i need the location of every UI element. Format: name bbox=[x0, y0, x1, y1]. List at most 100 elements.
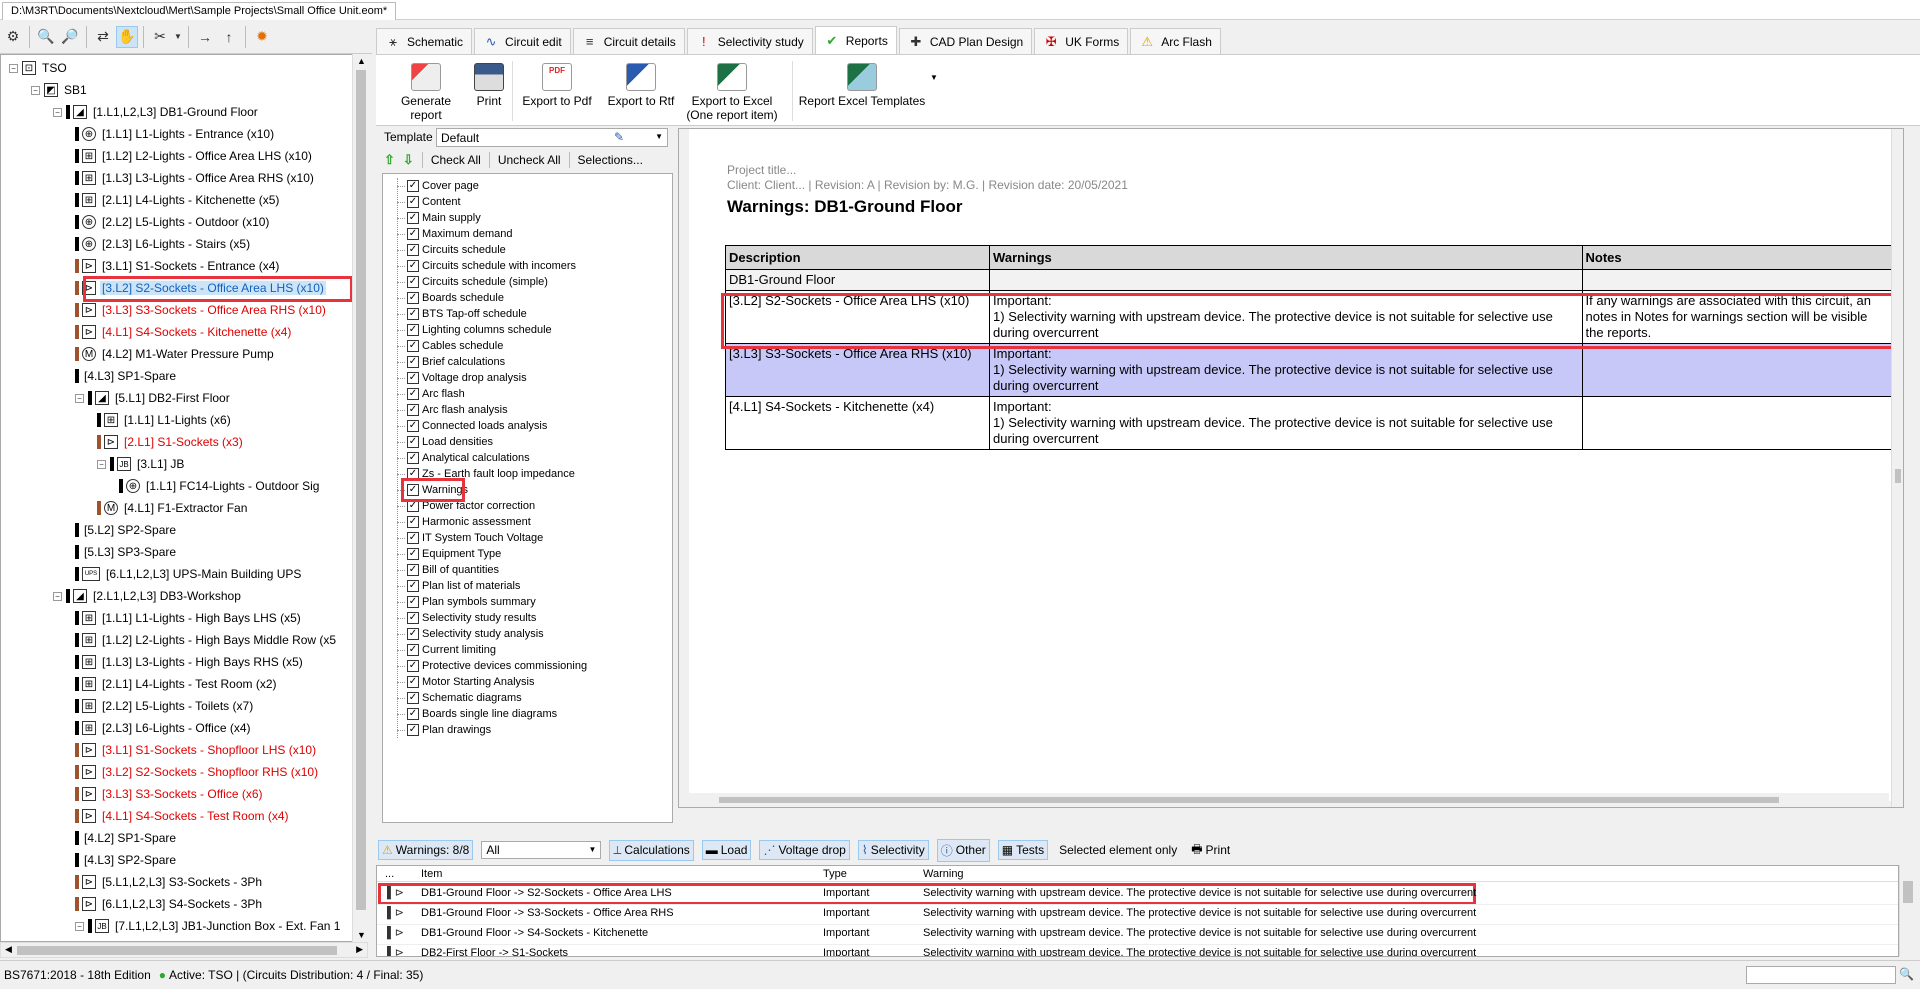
collapse-icon[interactable]: − bbox=[75, 921, 84, 931]
collapse-icon[interactable]: − bbox=[9, 63, 18, 73]
warnings-filter-select[interactable]: All ▼ bbox=[481, 841, 602, 859]
tree-item[interactable]: ⊞ [2.L2] L5-Lights - Toilets (x7) bbox=[75, 697, 255, 715]
checkbox[interactable]: ✓ bbox=[407, 548, 419, 560]
tree-item[interactable]: ⊞ [1.L1] L1-Lights (x6) bbox=[97, 411, 233, 429]
report-item[interactable]: ✓ Brief calculations bbox=[407, 354, 505, 370]
warning-item-cell[interactable]: DB1-Ground Floor -> S4-Sockets - Kitchen… bbox=[421, 927, 648, 939]
report-item[interactable]: ✓ Cables schedule bbox=[407, 338, 503, 354]
tree-item[interactable]: ⊞ [2.L1] L4-Lights - Kitchenette (x5) bbox=[75, 191, 281, 209]
checkbox[interactable]: ✓ bbox=[407, 612, 419, 624]
checkbox[interactable]: ✓ bbox=[407, 516, 419, 528]
tree-item[interactable]: ⊕ [1.L1] FC14-Lights - Outdoor Sig bbox=[119, 477, 321, 495]
preview-hscrollbar[interactable] bbox=[679, 793, 1889, 807]
warnings-count-button[interactable]: ⚠ Warnings: 8/8 bbox=[378, 840, 474, 860]
tree-item[interactable]: [5.L3] SP3-Spare bbox=[75, 543, 178, 561]
tree-hscrollbar[interactable]: ◀ ▶ bbox=[0, 942, 368, 958]
checkbox[interactable]: ✓ bbox=[407, 452, 419, 464]
voltage-drop-filter-button[interactable]: ⋰ Voltage drop bbox=[759, 840, 850, 860]
checkbox[interactable]: ✓ bbox=[407, 212, 419, 224]
tree-item[interactable]: ⊕ [2.L3] L6-Lights - Stairs (x5) bbox=[75, 235, 252, 253]
tree-item[interactable]: − JB [7.L1,L2,L3] JB1-Junction Box - Ext. … bbox=[75, 917, 342, 935]
tree-item[interactable]: − ◩ SB1 bbox=[31, 81, 89, 99]
tree-item[interactable]: − ◢ [5.L1] DB2-First Floor bbox=[75, 389, 232, 407]
selections-button[interactable]: Selections... bbox=[578, 153, 643, 167]
export-excel-button[interactable]: Export to Excel (One report item) bbox=[682, 63, 782, 122]
checkbox[interactable]: ✓ bbox=[407, 708, 419, 720]
checkbox[interactable]: ✓ bbox=[407, 372, 419, 384]
other-filter-button[interactable]: ⓘ Other bbox=[936, 838, 990, 862]
tree-item[interactable]: ⊕ [2.L2] L5-Lights - Outdoor (x10) bbox=[75, 213, 271, 231]
tab-circuit-edit[interactable]: ∿ Circuit edit bbox=[474, 28, 571, 54]
tree-item[interactable]: ⊞ [1.L3] L3-Lights - Office Area RHS (x10… bbox=[75, 169, 316, 187]
selectivity-filter-button[interactable]: ⌇ Selectivity bbox=[857, 840, 929, 860]
tree-item[interactable]: ⊳ [3.L1] S1-Sockets - Shopfloor LHS (x10) bbox=[75, 741, 318, 759]
report-item[interactable]: ✓ Harmonic assessment bbox=[407, 514, 531, 530]
edit-template-icon[interactable]: ✎ bbox=[614, 130, 624, 144]
checkbox[interactable]: ✓ bbox=[407, 420, 419, 432]
report-item[interactable]: ✓ Voltage drop analysis bbox=[407, 370, 527, 386]
warning-item-cell[interactable]: DB2-First Floor -> S1-Sockets bbox=[421, 947, 568, 956]
selected-element-only-toggle[interactable]: Selected element only bbox=[1056, 841, 1180, 859]
checkbox[interactable]: ✓ bbox=[407, 276, 419, 288]
template-select[interactable]: Default ▼ bbox=[436, 128, 668, 147]
tree-item[interactable]: [4.L3] SP1-Spare bbox=[75, 367, 178, 385]
report-item[interactable]: ✓ Warnings bbox=[407, 482, 468, 498]
warning-type-cell[interactable]: Important bbox=[823, 887, 869, 899]
tree-item[interactable]: ⊞ [1.L1] L1-Lights - High Bays LHS (x5) bbox=[75, 609, 303, 627]
tab-selectivity-study[interactable]: ! Selectivity study bbox=[686, 28, 813, 54]
report-item[interactable]: ✓ Arc flash bbox=[407, 386, 465, 402]
report-item[interactable]: ✓ Main supply bbox=[407, 210, 481, 226]
warning-warning-cell[interactable]: Selectivity warning with upstream device… bbox=[923, 927, 1476, 939]
zoom-in-icon[interactable]: 🔍 bbox=[35, 26, 57, 48]
checkbox[interactable]: ✓ bbox=[407, 580, 419, 592]
checkbox[interactable]: ✓ bbox=[407, 676, 419, 688]
report-item[interactable]: ✓ Boards single line diagrams bbox=[407, 706, 557, 722]
chevron-down-icon[interactable]: ▼ bbox=[930, 73, 938, 82]
checkbox[interactable]: ✓ bbox=[407, 500, 419, 512]
move-down-icon[interactable]: ⇩ bbox=[403, 152, 414, 168]
checkbox[interactable]: ✓ bbox=[407, 260, 419, 272]
report-item[interactable]: ✓ Content bbox=[407, 194, 461, 210]
checkbox[interactable]: ✓ bbox=[407, 436, 419, 448]
checkbox[interactable]: ✓ bbox=[407, 628, 419, 640]
warnings-scrollbar[interactable] bbox=[1899, 865, 1915, 957]
collapse-icon[interactable]: − bbox=[31, 85, 40, 95]
network-icon[interactable]: ⚙ bbox=[2, 26, 24, 48]
generate-report-button[interactable]: Generate report bbox=[386, 63, 466, 122]
status-search-input[interactable] bbox=[1746, 966, 1896, 984]
tree-item[interactable]: ⊳ [3.L1] S1-Sockets - Entrance (x4) bbox=[75, 257, 281, 275]
report-item[interactable]: ✓ Circuits schedule bbox=[407, 242, 506, 258]
report-item[interactable]: ✓ Plan symbols summary bbox=[407, 594, 536, 610]
tree-item[interactable]: − ⊡ TSO bbox=[9, 59, 69, 77]
calculations-filter-button[interactable]: ⟂ Calculations bbox=[609, 839, 694, 861]
type-column-header[interactable]: Type bbox=[823, 868, 847, 880]
document-tab[interactable]: D:\M3RT\Documents\Nextcloud\Mert\Sample … bbox=[2, 2, 397, 20]
checkbox[interactable]: ✓ bbox=[407, 660, 419, 672]
report-item[interactable]: ✓ Load densities bbox=[407, 434, 493, 450]
checkbox[interactable]: ✓ bbox=[407, 244, 419, 256]
tree-item[interactable]: ⊳ [3.L2] S2-Sockets - Shopfloor RHS (x10) bbox=[75, 763, 320, 781]
collapse-icon[interactable]: − bbox=[97, 459, 106, 469]
report-item[interactable]: ✓ Boards schedule bbox=[407, 290, 504, 306]
report-item[interactable]: ✓ Lighting columns schedule bbox=[407, 322, 552, 338]
move-up-icon[interactable]: ⇧ bbox=[384, 152, 395, 168]
tree-item[interactable]: UPS [6.L1,L2,L3] UPS-Main Building UPS bbox=[75, 565, 303, 583]
warning-warning-cell[interactable]: Selectivity warning with upstream device… bbox=[923, 887, 1476, 899]
tree-item[interactable]: ⊳ [5.L1,L2,L3] S3-Sockets - 3Ph bbox=[75, 873, 264, 891]
chevron-down-icon[interactable]: ▼ bbox=[173, 26, 183, 48]
tree-scrollbar[interactable]: ▲ ▼ bbox=[352, 54, 368, 942]
tools-icon[interactable]: ✂ bbox=[149, 26, 171, 48]
tree-item[interactable]: [4.L2] SP1-Spare bbox=[75, 829, 178, 847]
tests-filter-button[interactable]: ▦ Tests bbox=[997, 840, 1049, 860]
report-item[interactable]: ✓ Circuits schedule (simple) bbox=[407, 274, 548, 290]
report-item[interactable]: ✓ Circuits schedule with incomers bbox=[407, 258, 576, 274]
tree-item[interactable]: [5.L2] SP2-Spare bbox=[75, 521, 178, 539]
tree-item[interactable]: ⊳ [3.L2] S2-Sockets - Office Area LHS (x1… bbox=[75, 279, 326, 297]
report-item[interactable]: ✓ Plan list of materials bbox=[407, 578, 520, 594]
warning-type-cell[interactable]: Important bbox=[823, 947, 869, 956]
report-item[interactable]: ✓ Motor Starting Analysis bbox=[407, 674, 535, 690]
collapse-icon[interactable]: − bbox=[75, 393, 84, 403]
tab-arc-flash[interactable]: ⚠ Arc Flash bbox=[1130, 28, 1221, 54]
load-filter-button[interactable]: ▬ Load bbox=[701, 840, 752, 860]
report-item[interactable]: ✓ IT System Touch Voltage bbox=[407, 530, 543, 546]
